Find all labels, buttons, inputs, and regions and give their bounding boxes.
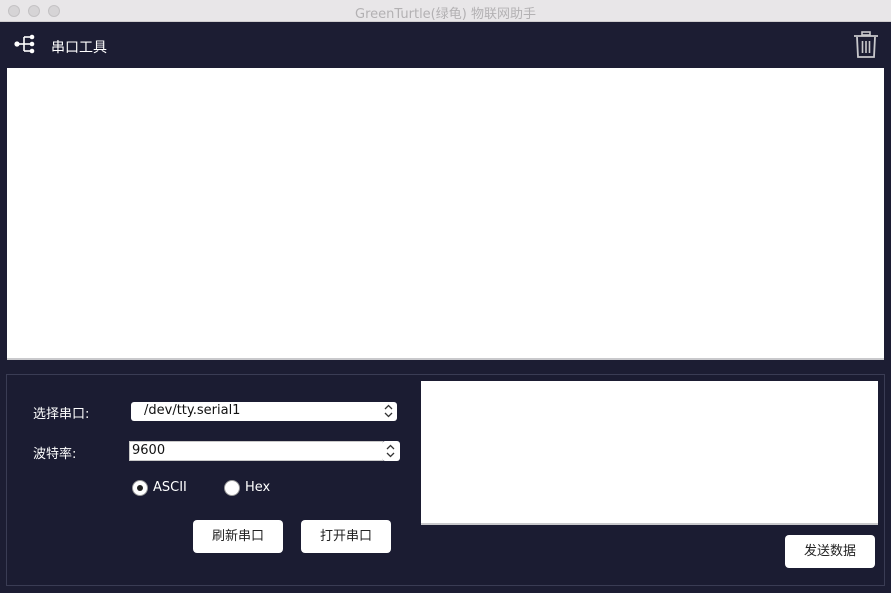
chevron-updown-icon xyxy=(384,404,393,418)
baud-input[interactable]: 9600 xyxy=(129,441,383,461)
port-label: 选择串口: xyxy=(33,407,90,422)
send-data-button[interactable]: 发送数据 xyxy=(785,535,875,568)
baud-label: 波特率: xyxy=(33,447,77,462)
send-input-area[interactable] xyxy=(421,381,878,525)
chevron-updown-icon xyxy=(386,444,395,458)
trash-icon[interactable] xyxy=(853,31,879,59)
hex-radio-label[interactable]: Hex xyxy=(245,480,270,495)
port-select[interactable]: /dev/tty.serial1 xyxy=(131,402,397,421)
radio-selected-dot xyxy=(137,485,143,491)
app-title: 串口工具 xyxy=(51,40,107,56)
ascii-radio-label[interactable]: ASCII xyxy=(153,480,187,495)
baud-spinner: 9600 xyxy=(129,441,400,461)
baud-stepper-button[interactable] xyxy=(382,441,400,461)
receive-output-area[interactable] xyxy=(7,68,884,360)
ascii-radio[interactable] xyxy=(132,480,148,496)
window-titlebar: GreenTurtle(绿龟) 物联网助手 xyxy=(0,0,891,22)
app-toolbar: 串口工具 xyxy=(0,22,891,67)
open-port-button[interactable]: 打开串口 xyxy=(301,520,391,553)
hex-radio[interactable] xyxy=(224,480,240,496)
tree-menu-icon[interactable] xyxy=(14,34,36,54)
refresh-port-button[interactable]: 刷新串口 xyxy=(193,520,283,553)
window-title: GreenTurtle(绿龟) 物联网助手 xyxy=(355,7,536,22)
port-select-value: /dev/tty.serial1 xyxy=(144,403,241,418)
